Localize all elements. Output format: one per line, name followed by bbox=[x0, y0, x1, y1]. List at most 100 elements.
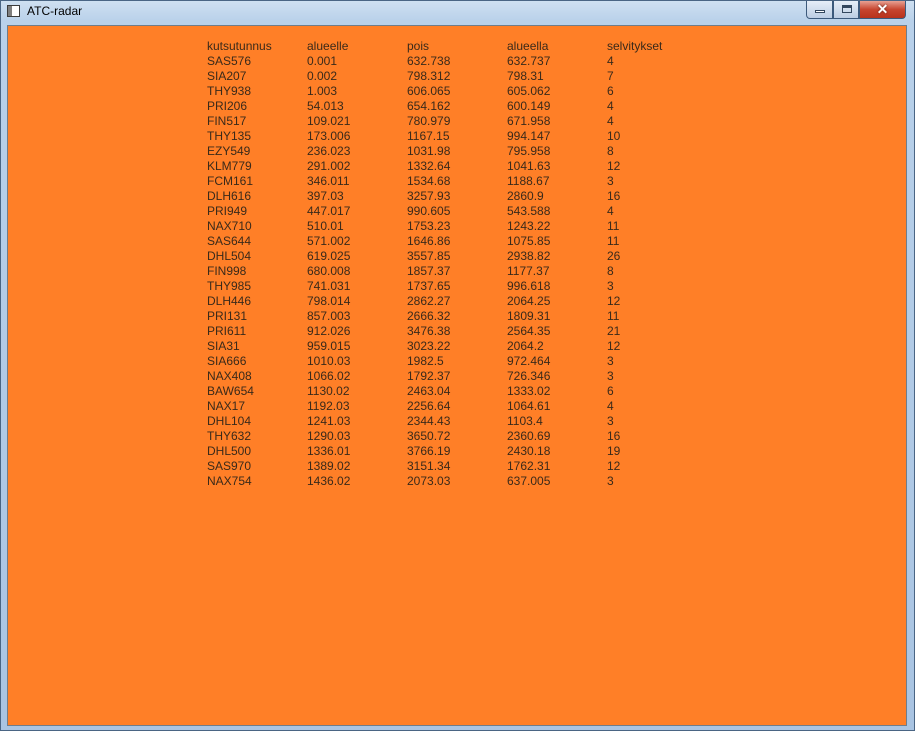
cell-callsign: SIA666 bbox=[207, 354, 247, 368]
table-row: EZY549 236.023 1031.98 795.958 8 bbox=[207, 144, 687, 159]
window-app-icon[interactable] bbox=[7, 5, 20, 17]
cell-selvitykset: 3 bbox=[607, 279, 614, 293]
cell-alueelle: 1436.02 bbox=[307, 474, 351, 488]
cell-alueella: 798.31 bbox=[507, 69, 544, 83]
cell-alueella: 726.346 bbox=[507, 369, 551, 383]
cell-alueelle: 1290.03 bbox=[307, 429, 351, 443]
cell-alueelle: 0.001 bbox=[307, 54, 338, 68]
cell-callsign: THY135 bbox=[207, 129, 252, 143]
table-row: DHL500 1336.01 3766.19 2430.18 19 bbox=[207, 444, 687, 459]
cell-pois: 654.162 bbox=[407, 99, 451, 113]
cell-alueelle: 680.008 bbox=[307, 264, 351, 278]
cell-alueella: 637.005 bbox=[507, 474, 551, 488]
table-row: DLH616 397.03 3257.93 2860.9 16 bbox=[207, 189, 687, 204]
cell-pois: 2463.04 bbox=[407, 384, 451, 398]
column-header-selvitykset: selvitykset bbox=[607, 39, 663, 53]
cell-pois: 2862.27 bbox=[407, 294, 451, 308]
cell-alueelle: 510.01 bbox=[307, 219, 344, 233]
cell-pois: 2073.03 bbox=[407, 474, 451, 488]
minimize-icon bbox=[815, 10, 825, 13]
table-header-row: kutsutunnus alueelle pois alueella selvi… bbox=[207, 39, 687, 54]
cell-pois: 2666.32 bbox=[407, 309, 451, 323]
cell-alueella: 2064.2 bbox=[507, 339, 544, 353]
column-header-alueelle: alueelle bbox=[307, 39, 349, 53]
cell-pois: 606.065 bbox=[407, 84, 451, 98]
cell-pois: 3476.38 bbox=[407, 324, 451, 338]
cell-callsign: THY985 bbox=[207, 279, 252, 293]
cell-alueelle: 346.011 bbox=[307, 174, 350, 188]
cell-callsign: DHL104 bbox=[207, 414, 252, 428]
table-row: THY135 173.006 1167.15 994.147 10 bbox=[207, 129, 687, 144]
app-window: ATC-radar ✕ kutsutunnus alueelle pois al… bbox=[0, 0, 915, 731]
cell-pois: 632.738 bbox=[407, 54, 451, 68]
cell-alueelle: 959.015 bbox=[307, 339, 351, 353]
table-row: SIA31 959.015 3023.22 2064.2 12 bbox=[207, 339, 687, 354]
cell-pois: 1982.5 bbox=[407, 354, 444, 368]
cell-alueella: 2430.18 bbox=[507, 444, 551, 458]
title-bar[interactable]: ATC-radar ✕ bbox=[1, 1, 914, 23]
cell-callsign: PRI611 bbox=[207, 324, 247, 338]
cell-alueelle: 571.002 bbox=[307, 234, 351, 248]
cell-alueella: 2360.69 bbox=[507, 429, 551, 443]
cell-callsign: PRI131 bbox=[207, 309, 248, 323]
cell-alueelle: 798.014 bbox=[307, 294, 351, 308]
cell-pois: 1167.15 bbox=[407, 129, 450, 143]
cell-alueelle: 236.023 bbox=[307, 144, 351, 158]
column-header-kutsutunnus: kutsutunnus bbox=[207, 39, 272, 53]
cell-pois: 1753.23 bbox=[407, 219, 451, 233]
cell-pois: 3151.34 bbox=[407, 459, 451, 473]
cell-alueelle: 1066.02 bbox=[307, 369, 351, 383]
cell-callsign: FIN998 bbox=[207, 264, 247, 278]
cell-callsign: THY632 bbox=[207, 429, 252, 443]
cell-alueelle: 1130.02 bbox=[307, 384, 350, 398]
cell-alueella: 600.149 bbox=[507, 99, 551, 113]
cell-callsign: NAX754 bbox=[207, 474, 252, 488]
cell-callsign: BAW654 bbox=[207, 384, 254, 398]
cell-alueella: 1103.4 bbox=[507, 414, 543, 428]
cell-callsign: SIA207 bbox=[207, 69, 247, 83]
cell-alueella: 2564.35 bbox=[507, 324, 551, 338]
cell-selvitykset: 12 bbox=[607, 459, 621, 473]
cell-alueelle: 912.026 bbox=[307, 324, 351, 338]
cell-selvitykset: 4 bbox=[607, 54, 614, 68]
maximize-button[interactable] bbox=[833, 1, 859, 19]
cell-alueella: 1188.67 bbox=[507, 174, 550, 188]
cell-pois: 3257.93 bbox=[407, 189, 451, 203]
cell-pois: 1857.37 bbox=[407, 264, 451, 278]
cell-alueella: 2064.25 bbox=[507, 294, 551, 308]
cell-callsign: DLH616 bbox=[207, 189, 252, 203]
flight-table: kutsutunnus alueelle pois alueella selvi… bbox=[207, 39, 687, 489]
cell-callsign: DLH446 bbox=[207, 294, 252, 308]
cell-selvitykset: 12 bbox=[607, 339, 621, 353]
table-row: SAS970 1389.02 3151.34 1762.31 12 bbox=[207, 459, 687, 474]
cell-selvitykset: 11 bbox=[607, 234, 620, 248]
table-row: FIN517 109.021 780.979 671.958 4 bbox=[207, 114, 687, 129]
cell-selvitykset: 26 bbox=[607, 249, 621, 263]
cell-alueella: 1177.37 bbox=[507, 264, 550, 278]
cell-selvitykset: 11 bbox=[607, 219, 620, 233]
cell-callsign: SAS644 bbox=[207, 234, 252, 248]
cell-pois: 1737.65 bbox=[407, 279, 451, 293]
close-button[interactable]: ✕ bbox=[859, 1, 906, 19]
cell-pois: 3023.22 bbox=[407, 339, 451, 353]
cell-selvitykset: 21 bbox=[607, 324, 621, 338]
cell-callsign: KLM779 bbox=[207, 159, 252, 173]
cell-alueella: 1333.02 bbox=[507, 384, 551, 398]
cell-alueelle: 109.021 bbox=[307, 114, 351, 128]
cell-pois: 3766.19 bbox=[407, 444, 451, 458]
cell-selvitykset: 19 bbox=[607, 444, 621, 458]
cell-alueella: 605.062 bbox=[507, 84, 551, 98]
cell-selvitykset: 12 bbox=[607, 294, 621, 308]
maximize-icon bbox=[842, 5, 852, 13]
cell-selvitykset: 8 bbox=[607, 144, 614, 158]
cell-callsign: NAX17 bbox=[207, 399, 246, 413]
cell-selvitykset: 8 bbox=[607, 264, 614, 278]
cell-alueelle: 54.013 bbox=[307, 99, 344, 113]
cell-callsign: NAX710 bbox=[207, 219, 252, 233]
table-row: SIA207 0.002 798.312 798.31 7 bbox=[207, 69, 687, 84]
cell-callsign: SIA31 bbox=[207, 339, 240, 353]
cell-selvitykset: 10 bbox=[607, 129, 621, 143]
minimize-button[interactable] bbox=[806, 1, 833, 19]
cell-pois: 798.312 bbox=[407, 69, 451, 83]
cell-selvitykset: 3 bbox=[607, 174, 614, 188]
